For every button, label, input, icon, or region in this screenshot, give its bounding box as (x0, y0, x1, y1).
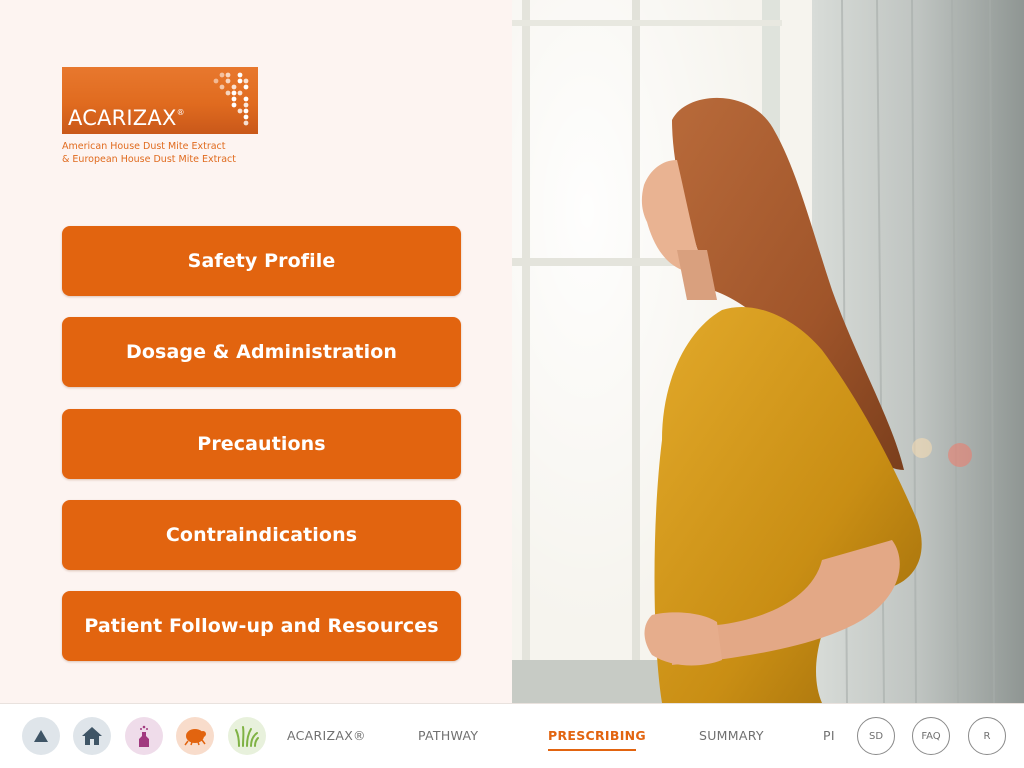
faq-button[interactable]: FAQ (912, 717, 950, 755)
contraindications-button[interactable]: Contraindications (62, 500, 461, 570)
up-triangle-icon[interactable] (22, 717, 60, 755)
precautions-button[interactable]: Precautions (62, 409, 461, 479)
logo-tagline-line1: American House Dust Mite Extract (62, 141, 226, 152)
logo-box: ACARIZAX® (62, 67, 258, 134)
logo-dot-pattern (213, 72, 249, 126)
tab-prescribing[interactable]: PRESCRIBING (548, 728, 646, 743)
logo-registered-mark: ® (176, 108, 185, 117)
logo-wordmark: ACARIZAX® (68, 106, 185, 130)
logo-tagline: American House Dust Mite Extract & Europ… (62, 140, 258, 166)
acarizax-logo: ACARIZAX® American House Dust Mite Extra… (62, 67, 258, 166)
tab-acarizax[interactable]: ACARIZAX® (287, 728, 366, 743)
patient-followup-resources-button[interactable]: Patient Follow-up and Resources (62, 591, 461, 661)
active-tab-underline (548, 749, 636, 751)
bottle-icon[interactable] (125, 717, 163, 755)
safety-profile-button[interactable]: Safety Profile (62, 226, 461, 296)
dosage-administration-button[interactable]: Dosage & Administration (62, 317, 461, 387)
home-icon[interactable] (73, 717, 111, 755)
sd-button[interactable]: SD (857, 717, 895, 755)
bottom-navigation-bar: ACARIZAX® PATHWAY PRESCRIBING SUMMARY PI… (0, 703, 1024, 768)
left-panel: ACARIZAX® American House Dust Mite Extra… (0, 0, 512, 703)
dust-mite-icon[interactable] (176, 717, 214, 755)
tab-pathway[interactable]: PATHWAY (418, 728, 478, 743)
tab-summary[interactable]: SUMMARY (699, 728, 764, 743)
logo-name-text: ACARIZAX (68, 106, 177, 130)
logo-tagline-line2: & European House Dust Mite Extract (62, 154, 236, 165)
references-button[interactable]: R (968, 717, 1006, 755)
grass-icon[interactable] (228, 717, 266, 755)
woman-at-window-illustration (512, 0, 1024, 703)
tab-pi[interactable]: PI (823, 728, 835, 743)
hero-photo (512, 0, 1024, 703)
